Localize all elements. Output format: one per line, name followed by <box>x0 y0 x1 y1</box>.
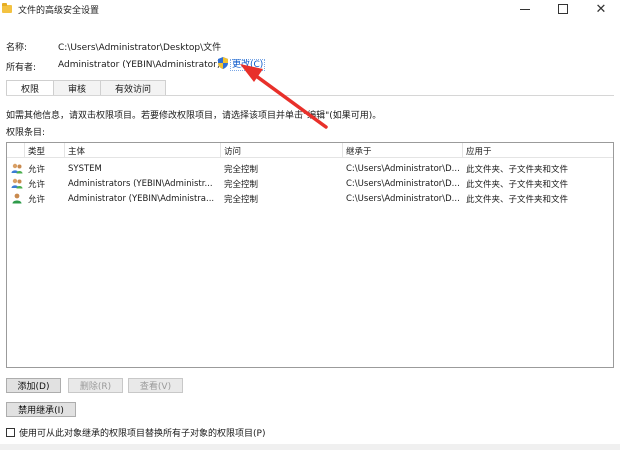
row-principal: SYSTEM <box>68 163 102 174</box>
minimize-button[interactable] <box>506 0 544 18</box>
owner-value: Administrator (YEBIN\Administrator) <box>58 60 221 70</box>
header-inherited-from[interactable]: 继承于 <box>343 143 463 158</box>
row-type: 允许 <box>28 194 46 205</box>
header-applies-to[interactable]: 应用于 <box>463 143 613 158</box>
row-inherited-from: C:\Users\Administrator\D... <box>346 193 460 204</box>
window-title: 文件的高级安全设置 <box>18 5 100 16</box>
row-principal: Administrators (YEBIN\Administr... <box>68 178 213 189</box>
header-access[interactable]: 访问 <box>221 143 343 158</box>
tab-bar: 权限 审核 有效访问 <box>6 80 167 96</box>
tab-effective-access[interactable]: 有效访问 <box>100 80 167 95</box>
close-button[interactable]: ✕ <box>582 0 620 18</box>
row-applies-to: 此文件夹、子文件夹和文件 <box>466 194 569 205</box>
remove-button[interactable]: 删除(R) <box>68 378 123 393</box>
row-access: 完全控制 <box>224 194 259 205</box>
owner-label: 所有者: <box>6 63 37 73</box>
row-principal: Administrator (YEBIN\Administra... <box>68 193 215 204</box>
name-label: 名称: <box>6 43 28 53</box>
group-icon <box>11 178 23 189</box>
folder-icon <box>2 3 12 13</box>
header-icon-col <box>7 143 25 158</box>
view-button[interactable]: 查看(V) <box>128 378 183 393</box>
tab-permissions[interactable]: 权限 <box>6 80 55 96</box>
uac-shield-icon <box>218 57 228 69</box>
table-body: 允许 SYSTEM 完全控制 C:\Users\Administrator\D.… <box>7 161 613 206</box>
permission-entries-label: 权限条目: <box>6 128 46 138</box>
row-access: 完全控制 <box>224 179 259 190</box>
table-row[interactable]: 允许 SYSTEM 完全控制 C:\Users\Administrator\D.… <box>7 161 613 176</box>
row-inherited-from: C:\Users\Administrator\D... <box>346 163 460 174</box>
info-text: 如需其他信息，请双击权限项目。若要修改权限项目，请选择该项目并单击"编辑"(如果… <box>6 111 382 121</box>
row-type: 允许 <box>28 164 46 175</box>
header-principal[interactable]: 主体 <box>65 143 221 158</box>
table-row[interactable]: 允许 Administrators (YEBIN\Administr... 完全… <box>7 176 613 191</box>
row-applies-to: 此文件夹、子文件夹和文件 <box>466 164 569 175</box>
row-inherited-from: C:\Users\Administrator\D... <box>346 178 460 189</box>
replace-child-permissions-option[interactable]: 使用可从此对象继承的权限项目替换所有子对象的权限项目(P) <box>6 426 265 439</box>
header-type[interactable]: 类型 <box>25 143 65 158</box>
name-value: C:\Users\Administrator\Desktop\文件 <box>58 43 222 53</box>
tab-auditing[interactable]: 审核 <box>53 80 102 95</box>
row-type: 允许 <box>28 179 46 190</box>
row-access: 完全控制 <box>224 164 259 175</box>
group-icon <box>11 163 23 174</box>
title-bar: 文件的高级安全设置 ✕ <box>0 0 620 18</box>
replace-child-permissions-label: 使用可从此对象继承的权限项目替换所有子对象的权限项目(P) <box>19 429 266 439</box>
tab-divider <box>6 95 614 96</box>
maximize-button[interactable] <box>544 0 582 18</box>
change-owner-link[interactable]: 更改(C) <box>230 59 266 71</box>
user-icon <box>12 193 22 204</box>
disable-inheritance-button[interactable]: 禁用继承(I) <box>6 402 76 417</box>
replace-child-permissions-checkbox[interactable] <box>6 428 15 437</box>
table-header: 类型 主体 访问 继承于 应用于 <box>7 143 613 158</box>
window-controls: ✕ <box>506 0 620 18</box>
window-bottom-edge <box>0 444 620 450</box>
row-applies-to: 此文件夹、子文件夹和文件 <box>466 179 569 190</box>
add-button[interactable]: 添加(D) <box>6 378 61 393</box>
table-row[interactable]: 允许 Administrator (YEBIN\Administra... 完全… <box>7 191 613 206</box>
permission-entries-table[interactable]: 类型 主体 访问 继承于 应用于 允许 SYSTEM 完全控制 C:\Users… <box>6 142 614 368</box>
